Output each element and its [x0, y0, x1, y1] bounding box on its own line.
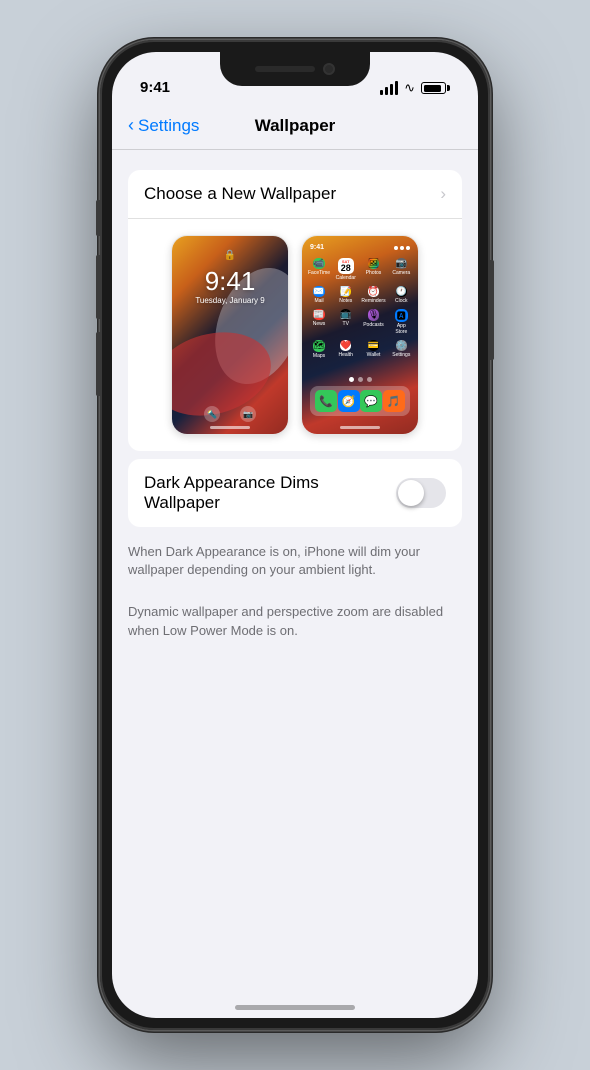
- choose-wallpaper-row[interactable]: Choose a New Wallpaper ›: [128, 170, 462, 219]
- back-label: Settings: [138, 116, 199, 136]
- page-dot-3: [367, 377, 372, 382]
- status-icons: ∿: [380, 80, 450, 96]
- homescreen-status-bar: 9:41: [302, 244, 418, 251]
- front-camera: [323, 63, 335, 75]
- page-dot-2: [358, 377, 363, 382]
- flashlight-icon: 🔦: [204, 406, 220, 422]
- dark-appearance-info-text: When Dark Appearance is on, iPhone will …: [112, 535, 478, 583]
- screen-content: 9:41 ∿: [112, 52, 478, 1018]
- app-grid: 📹 FaceTime SAT 28 Calendar: [308, 258, 412, 359]
- camera-shortcut-icon: 📷: [240, 406, 256, 422]
- page-dots: [302, 377, 418, 382]
- speaker: [255, 66, 315, 72]
- app-news: 📰 News: [308, 309, 330, 335]
- choose-wallpaper-card: Choose a New Wallpaper › 🔒 9:41 Tuesday,…: [128, 170, 462, 451]
- dark-appearance-toggle[interactable]: [396, 478, 446, 508]
- page-dot-1: [349, 377, 354, 382]
- status-time: 9:41: [140, 79, 170, 96]
- volume-up-button[interactable]: [96, 255, 100, 319]
- app-clock: 🕐 Clock: [391, 286, 412, 304]
- wifi-icon: ∿: [404, 80, 415, 96]
- app-reminders: ⏰ Reminders: [361, 286, 385, 304]
- choose-wallpaper-label: Choose a New Wallpaper: [144, 184, 336, 204]
- phone-screen: 9:41 ∿: [112, 52, 478, 1018]
- signal-icon: [380, 81, 398, 95]
- toggle-knob: [398, 480, 424, 506]
- volume-down-button[interactable]: [96, 332, 100, 396]
- app-maps: 🗺 Maps: [308, 340, 330, 358]
- wallpaper-preview-container: 🔒 9:41 Tuesday, January 9 🔦 📷: [128, 219, 462, 451]
- dock-music: 🎵: [383, 390, 405, 412]
- app-health: ❤️ Health: [335, 340, 356, 358]
- main-content: Choose a New Wallpaper › 🔒 9:41 Tuesday,…: [112, 150, 478, 1018]
- dark-appearance-card: Dark Appearance Dims Wallpaper: [128, 459, 462, 527]
- mute-button[interactable]: [96, 200, 100, 236]
- low-power-info-text: Dynamic wallpaper and perspective zoom a…: [112, 595, 478, 643]
- power-button[interactable]: [490, 260, 494, 360]
- app-camera: 📷 Camera: [391, 258, 412, 281]
- lockscreen-bottom-icons: 🔦 📷: [172, 406, 288, 422]
- dock-safari: 🧭: [338, 390, 360, 412]
- page-title: Wallpaper: [255, 116, 336, 136]
- app-wallet: 💳 Wallet: [361, 340, 385, 358]
- back-chevron-icon: ‹: [128, 115, 134, 136]
- navigation-bar: ‹ Settings Wallpaper: [112, 102, 478, 150]
- app-appstore: 🅰 App Store: [391, 309, 412, 335]
- lock-icon: 🔒: [172, 250, 288, 261]
- app-facetime: 📹 FaceTime: [308, 258, 330, 281]
- app-mail: ✉️ Mail: [308, 286, 330, 304]
- battery-icon: [421, 82, 450, 94]
- app-settings: ⚙️ Settings: [391, 340, 412, 358]
- back-button[interactable]: ‹ Settings: [128, 116, 199, 136]
- lockscreen-home-bar: [210, 426, 250, 429]
- app-notes: 📝 Notes: [335, 286, 356, 304]
- phone-frame: 9:41 ∿: [100, 40, 490, 1030]
- app-podcasts: 🎙 Podcasts: [361, 309, 385, 335]
- dock-messages: 💬: [360, 390, 382, 412]
- app-calendar: SAT 28 Calendar: [335, 258, 356, 281]
- app-tv: 📺 TV: [335, 309, 356, 335]
- notch: [220, 52, 370, 86]
- dock-phone: 📞: [315, 390, 337, 412]
- home-indicator[interactable]: [235, 1005, 355, 1010]
- homescreen-status-icons: [394, 244, 410, 251]
- lockscreen-preview[interactable]: 🔒 9:41 Tuesday, January 9 🔦 📷: [171, 235, 289, 435]
- homescreen-preview[interactable]: 9:41 📹: [301, 235, 419, 435]
- dark-appearance-label: Dark Appearance Dims Wallpaper: [144, 473, 384, 513]
- dock-bar: 📞 🧭 💬 🎵: [310, 386, 410, 416]
- chevron-right-icon: ›: [440, 184, 446, 204]
- lockscreen-time: 9:41 Tuesday, January 9: [172, 268, 288, 305]
- app-photos: 🖼 Photos: [361, 258, 385, 281]
- homescreen-home-bar: [340, 426, 380, 429]
- dark-appearance-row: Dark Appearance Dims Wallpaper: [128, 459, 462, 527]
